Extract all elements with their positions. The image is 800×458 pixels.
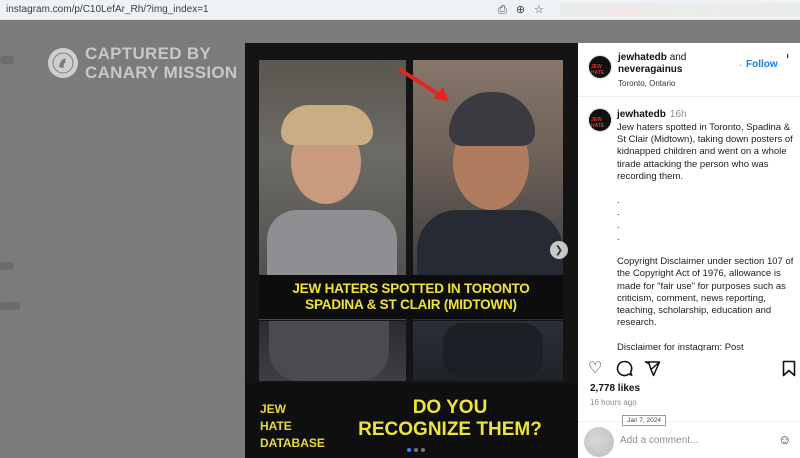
post-caption-area: JEW HATE jewhatedb 16h Jew haters spotted… [578, 103, 800, 351]
collab-avatar[interactable]: JEW HATE [588, 55, 612, 79]
post-action-bar: ♡ [588, 360, 798, 378]
carousel-dot [421, 448, 425, 452]
image-caption-line-2: SPADINA & ST CLAIR (MIDTOWN) [305, 297, 517, 312]
image-call-to-action: DO YOU RECOGNIZE THEM? [358, 397, 542, 440]
comment-input[interactable]: Add a comment... [620, 435, 698, 446]
follow-button[interactable]: Follow [746, 59, 778, 70]
bookmark-icon[interactable] [782, 360, 796, 382]
send-icon[interactable] [644, 360, 661, 382]
blurred-page-fragment [0, 56, 14, 64]
caption-author-avatar[interactable]: JEW HATE [588, 108, 612, 132]
carousel-indicator [407, 448, 425, 452]
comment-icon[interactable] [616, 360, 633, 382]
jew-hate-database-logo: JEW HATE DATABASE [260, 402, 325, 450]
url-text[interactable]: instagram.com/p/C10LefAr_Rh/?img_index=1 [0, 4, 209, 15]
author-link-neveragainus[interactable]: neveragainus [618, 64, 682, 75]
comment-box: Add a comment... ☺ [578, 421, 800, 458]
image-caption-line-1: JEW HATERS SPOTTED IN TORONTO [292, 281, 530, 296]
caption-author-line: jewhatedb 16h [617, 109, 687, 120]
url-bar-actions: ⎙ ⊕ ☆ [498, 3, 544, 17]
smiley-icon[interactable]: ☺ [778, 432, 791, 447]
watermark-line-1: CAPTURED BY [85, 44, 212, 63]
caption-text: Jew haters spotted in Toronto, Spadina &… [617, 122, 794, 351]
bookmark-star-icon[interactable]: ☆ [534, 3, 544, 17]
post-details-panel: JEW HATE jewhatedb and neveragainus Toro… [578, 43, 800, 458]
photo-panel-bottom-right [413, 321, 563, 381]
blurred-page-fragment [0, 262, 14, 270]
screenshot-icon[interactable]: ⎙ [498, 3, 507, 17]
carousel-dot [414, 448, 418, 452]
carousel-dot [407, 448, 411, 452]
and-text: and [669, 52, 687, 63]
more-options-icon[interactable]: ... [784, 53, 798, 57]
red-arrow-annotation [397, 67, 449, 102]
posted-time[interactable]: 16 hours ago [590, 398, 637, 407]
browser-url-bar[interactable]: instagram.com/p/C10LefAr_Rh/?img_index=1… [0, 0, 800, 20]
image-caption-band: JEW HATERS SPOTTED IN TORONTO SPADINA & … [259, 275, 563, 319]
user-avatar [584, 427, 614, 457]
canary-mission-watermark: CAPTURED BY CANARY MISSION [48, 44, 238, 82]
post-image[interactable]: JEW HATERS SPOTTED IN TORONTO SPADINA & … [245, 43, 578, 458]
post-authors: jewhatedb and neveragainus [618, 52, 686, 76]
screenshot-root: instagram.com/p/C10LefAr_Rh/?img_index=1… [0, 0, 800, 458]
separator-dot: · [739, 60, 743, 71]
date-tooltip: Jan 7, 2024 [622, 415, 666, 426]
redacted-extensions [560, 3, 800, 17]
post-location[interactable]: Toronto, Ontario [618, 79, 675, 88]
canary-bird-icon [48, 48, 78, 78]
heart-icon[interactable]: ♡ [588, 360, 602, 378]
photo-panel-bottom-left [259, 321, 406, 381]
zoom-icon[interactable]: ⊕ [516, 3, 525, 17]
chevron-right-icon[interactable]: ❯ [550, 241, 568, 259]
post-header: JEW HATE jewhatedb and neveragainus Toro… [578, 43, 800, 97]
caption-author-link[interactable]: jewhatedb [617, 109, 666, 120]
watermark-line-2: CANARY MISSION [85, 63, 238, 82]
author-link-jewhatedb[interactable]: jewhatedb [618, 52, 667, 63]
blurred-page-fragment [0, 302, 20, 310]
like-count[interactable]: 2,778 likes [590, 383, 640, 394]
caption-timestamp: 16h [669, 109, 687, 120]
